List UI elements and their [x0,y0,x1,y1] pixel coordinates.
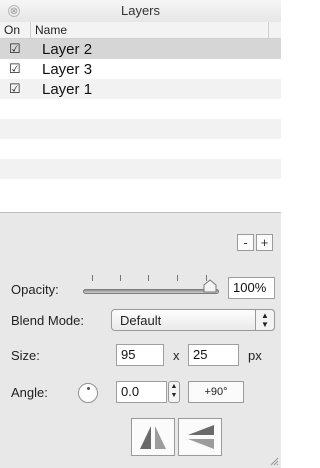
resize-grip-icon[interactable] [269,456,279,466]
empty-row [0,139,281,159]
column-divider [268,22,269,38]
dial-indicator [87,387,90,390]
angle-label: Angle: [11,385,48,400]
layer-name: Layer 3 [42,61,93,78]
layers-table-header: On Name [0,22,281,39]
size-separator: x [173,348,180,363]
blend-mode-select[interactable]: Default ▲ ▼ [111,309,275,331]
layer-name: Layer 1 [42,81,93,98]
size-unit: px [248,348,262,363]
empty-row [0,99,281,119]
layer-row[interactable]: ☑ Layer 1 [0,79,281,99]
window-title: Layers [120,3,161,18]
layer-row[interactable]: ☑ Layer 2 [0,39,281,59]
slider-tick [177,275,178,281]
size-label: Size: [11,348,40,363]
layer-name: Layer 2 [42,41,93,58]
empty-row [0,119,281,139]
layer-properties-panel: - + Opacity: 100% Blend Mode: Default ▲ ▼… [0,212,281,468]
empty-row [0,159,281,179]
slider-tick [120,275,121,281]
flip-vertical-button[interactable] [178,418,222,456]
opacity-label: Opacity: [11,282,59,297]
angle-dial[interactable] [78,383,98,403]
slider-tick [148,275,149,281]
flip-horizontal-icon [140,426,166,449]
opacity-slider-knob[interactable] [203,279,217,293]
rotate-90-button[interactable]: +90° [188,381,244,403]
layers-list: ☑ Layer 2 ☑ Layer 3 ☑ Layer 1 [0,39,281,199]
column-header-name[interactable]: Name [35,23,67,37]
opacity-slider[interactable] [83,289,219,294]
flip-horizontal-button[interactable] [131,418,175,456]
layer-visibility-checkbox[interactable]: ☑ [9,82,21,95]
updown-arrows-icon: ▲ ▼ [255,309,275,331]
window-titlebar: ⊗ Layers [0,0,281,23]
angle-stepper[interactable]: ▲ ▼ [168,381,180,403]
add-layer-button[interactable]: + [256,234,273,251]
blend-mode-label: Blend Mode: [11,313,84,328]
blend-mode-value: Default [120,313,162,328]
opacity-field[interactable]: 100% [228,277,275,299]
height-field[interactable]: 25 [188,344,239,366]
layer-visibility-checkbox[interactable]: ☑ [9,42,21,55]
layer-visibility-checkbox[interactable]: ☑ [9,62,21,75]
empty-row [0,179,281,199]
width-field[interactable]: 95 [116,344,164,366]
column-divider [30,22,31,38]
slider-tick [92,275,93,281]
column-header-on[interactable]: On [4,23,20,37]
flip-vertical-icon [188,425,214,449]
remove-layer-button[interactable]: - [237,234,254,251]
angle-field[interactable]: 0.0 [116,381,167,403]
layer-row[interactable]: ☑ Layer 3 [0,59,281,79]
